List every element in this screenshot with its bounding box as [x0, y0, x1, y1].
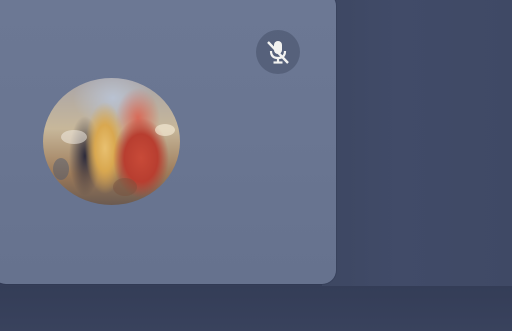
background-panel	[322, 0, 512, 331]
mic-muted-icon	[256, 30, 300, 74]
video-call-stage	[0, 0, 512, 331]
avatar-detail	[61, 130, 87, 144]
bottom-panel	[0, 286, 512, 331]
mic-muted-icon-svg	[267, 41, 289, 64]
avatar-detail	[113, 178, 137, 196]
avatar-detail	[155, 124, 175, 136]
avatar-detail	[53, 158, 69, 180]
participant-avatar	[43, 78, 180, 205]
